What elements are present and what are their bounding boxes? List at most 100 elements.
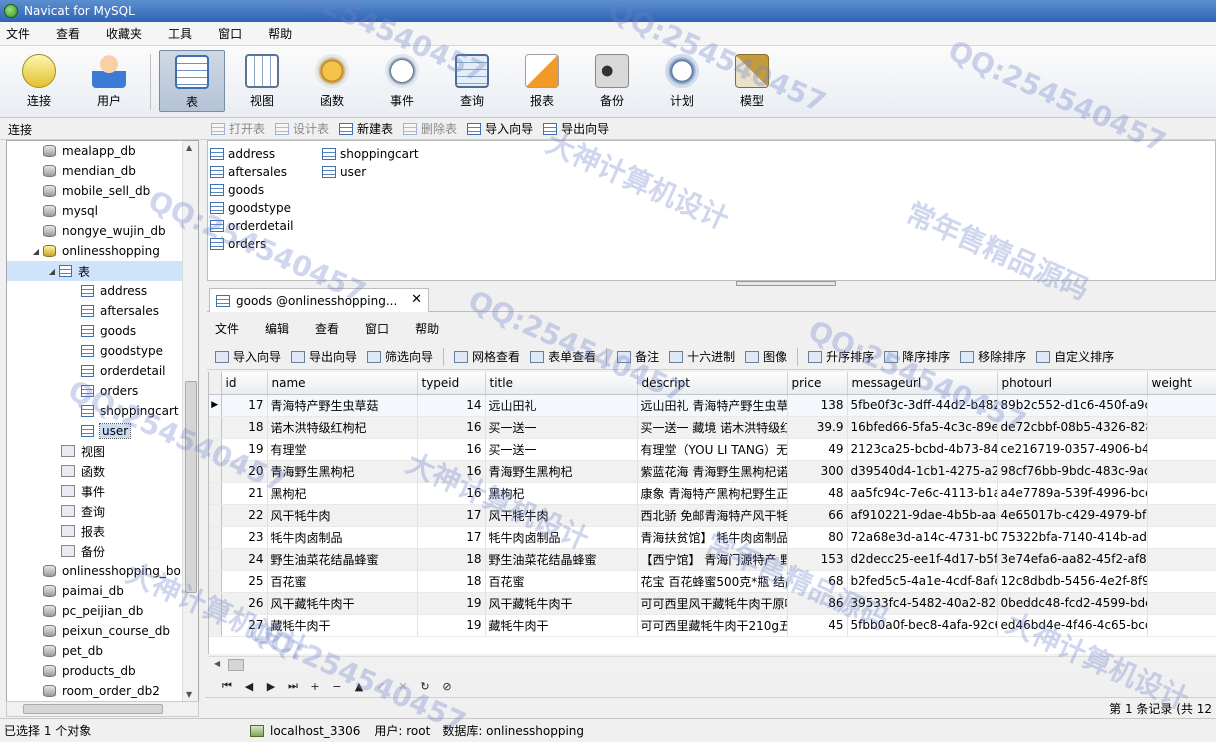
cell-photourl[interactable]: 3e74efa6-aa82-45f2-af85 (997, 548, 1148, 571)
table-row[interactable]: 19 有理堂 16 买一送一 有理堂（YOU LI TANG）无 49 2123ca25-b… (209, 438, 1216, 461)
row-indicator[interactable] (209, 614, 222, 637)
data-table[interactable]: id name typeid title descript price mess… (209, 372, 1216, 637)
tree-functions-node[interactable]: 函数 (7, 461, 198, 481)
cell-weight[interactable]: 2100 (1147, 614, 1216, 637)
toolbar-table-button[interactable]: 表 (159, 50, 225, 112)
tree-db-item[interactable]: mobile_sell_db (7, 181, 198, 201)
cell-price[interactable]: 49 (787, 438, 848, 461)
tree-db-item[interactable]: pc_peijian_db (7, 601, 198, 621)
add-record-button[interactable]: + (304, 680, 326, 693)
tab-goods[interactable]: goods @onlinesshopping... ✕ (209, 288, 429, 312)
row-indicator[interactable] (209, 504, 222, 527)
apply-changes-button[interactable]: ✓ (370, 680, 392, 693)
delete-record-button[interactable]: − (326, 680, 348, 693)
collapse-arrow-icon[interactable]: ◢ (31, 247, 41, 256)
toolbar-view-button[interactable]: 视图 (229, 50, 295, 112)
toolbar-function-button[interactable]: 函数 (299, 50, 365, 112)
design-table-button[interactable]: 设计表 (275, 120, 329, 137)
row-indicator[interactable] (209, 482, 222, 505)
collapse-arrow-icon[interactable]: ◢ (47, 267, 57, 276)
toolbar-report-button[interactable]: 报表 (509, 50, 575, 112)
tab-menu-window[interactable]: 窗口 (365, 320, 389, 337)
tree-events-node[interactable]: 事件 (7, 481, 198, 501)
tab-menu-file[interactable]: 文件 (215, 320, 239, 337)
discard-changes-button[interactable]: ✕ (392, 680, 414, 693)
cell-photourl[interactable]: 0beddc48-fcd2-4599-bdc (997, 592, 1148, 615)
scroll-down-arrow-icon[interactable]: ▼ (186, 690, 192, 699)
cell-typeid[interactable]: 19 (417, 592, 486, 615)
remove-sort-button[interactable]: 移除排序 (960, 348, 1026, 365)
cell-descript[interactable]: 康象 青海特产黑枸杞野生正 (637, 482, 788, 505)
cell-typeid[interactable]: 16 (417, 438, 486, 461)
cell-price[interactable]: 48 (787, 482, 848, 505)
cell-title[interactable]: 买一送一 (485, 438, 638, 461)
cell-descript[interactable]: 西北骄 免邮青海特产风干牦 (637, 504, 788, 527)
cell-descript[interactable]: 可可西里风干藏牦牛肉干原味 (637, 592, 788, 615)
tree-vertical-scrollbar[interactable]: ▲ ▼ (182, 141, 198, 701)
tree-table-item-selected[interactable]: user (7, 421, 198, 441)
cell-id[interactable]: 18 (221, 416, 268, 439)
scrollbar-thumb[interactable] (23, 704, 163, 714)
cell-typeid[interactable]: 16 (417, 416, 486, 439)
object-item[interactable]: orderdetail (210, 217, 294, 235)
table-row[interactable]: 25 百花蜜 18 百花蜜 花宝 百花蜂蜜500克*瓶 结晶 68 b2fed5c5-4a1… (209, 570, 1216, 593)
cell-photourl[interactable]: de72cbbf-08b5-4326-828 (997, 416, 1148, 439)
cell-typeid[interactable]: 19 (417, 614, 486, 637)
tree-table-item[interactable]: orders (7, 381, 198, 401)
cell-messageurl[interactable]: 2123ca25-bcbd-4b73-84c (847, 438, 998, 461)
table-row[interactable]: 18 诺木洪特级红枸杞 16 买一送一 买一送一 藏境 诺木洪特级红 39.9 16bfed… (209, 416, 1216, 439)
edit-record-button[interactable]: ▲ (348, 680, 370, 693)
image-button[interactable]: 图像 (745, 348, 787, 365)
cell-typeid[interactable]: 18 (417, 570, 486, 593)
scrollbar-thumb[interactable] (185, 381, 197, 593)
custom-sort-button[interactable]: 自定义排序 (1036, 348, 1114, 365)
toolbar-user-button[interactable]: 用户 (76, 50, 142, 112)
sort-descending-button[interactable]: 降序排序 (884, 348, 950, 365)
cell-id[interactable]: 20 (221, 460, 268, 483)
cell-messageurl[interactable]: 16bfed66-5fa5-4c3c-89e4 (847, 416, 998, 439)
object-item[interactable]: shoppingcart (322, 145, 419, 163)
cell-weight[interactable]: 2000 (1147, 482, 1216, 505)
tree-db-open[interactable]: ◢ onlinesshopping (7, 241, 198, 261)
cell-messageurl[interactable]: af910221-9dae-4b5b-aac (847, 504, 998, 527)
cell-messageurl[interactable]: 39533fc4-5482-40a2-823 (847, 592, 998, 615)
cell-title[interactable]: 野生油菜花结晶蜂蜜 (485, 548, 638, 571)
grid-horizontal-scrollbar[interactable]: ◀ (208, 656, 1216, 672)
cell-id[interactable]: 25 (221, 570, 268, 593)
object-item[interactable]: address (210, 145, 294, 163)
memo-button[interactable]: 备注 (617, 348, 659, 365)
delete-table-button[interactable]: 删除表 (403, 120, 457, 137)
scroll-left-arrow-icon[interactable]: ◀ (214, 659, 220, 668)
cell-name[interactable]: 诺木洪特级红枸杞 (267, 416, 418, 439)
import-wizard-button[interactable]: 导入向导 (215, 348, 281, 365)
column-header-typeid[interactable]: typeid (417, 372, 486, 395)
table-row[interactable]: 22 风干牦牛肉 17 风干牦牛肉 西北骄 免邮青海特产风干牦 66 af910221-9d… (209, 504, 1216, 527)
cell-messageurl[interactable]: d39540d4-1cb1-4275-a2a (847, 460, 998, 483)
tab-menu-help[interactable]: 帮助 (415, 320, 439, 337)
cell-weight[interactable]: 500 (1147, 394, 1216, 417)
cell-photourl[interactable]: 4e65017b-c429-4979-bf1 (997, 504, 1148, 527)
tree-db-item[interactable]: mendian_db (7, 161, 198, 181)
scroll-up-arrow-icon[interactable]: ▲ (186, 143, 192, 152)
table-row[interactable]: 24 野生油菜花结晶蜂蜜 18 野生油菜花结晶蜂蜜 【西宁馆】 青海门源特产 野 15… (209, 548, 1216, 571)
column-header-title[interactable]: title (485, 372, 638, 395)
tab-menu-view[interactable]: 查看 (315, 320, 339, 337)
cell-title[interactable]: 牦牛肉卤制品 (485, 526, 638, 549)
cell-photourl[interactable]: 75322bfa-7140-414b-ad9 (997, 526, 1148, 549)
tree-db-item[interactable]: paimai_db (7, 581, 198, 601)
current-row-indicator-icon[interactable]: ▶ (209, 394, 222, 417)
menu-tools[interactable]: 工具 (162, 25, 204, 42)
column-header-messageurl[interactable]: messageurl (847, 372, 998, 395)
cell-messageurl[interactable]: b2fed5c5-4a1e-4cdf-8afc (847, 570, 998, 593)
tree-queries-node[interactable]: 查询 (7, 501, 198, 521)
toolbar-event-button[interactable]: 事件 (369, 50, 435, 112)
cell-messageurl[interactable]: d2decc25-ee1f-4d17-b5f (847, 548, 998, 571)
cell-name[interactable]: 青海特产野生虫草菇 (267, 394, 418, 417)
tree-tables-node[interactable]: ◢ 表 (7, 261, 198, 281)
first-record-button[interactable]: ⏮ (216, 679, 238, 693)
filter-wizard-button[interactable]: 筛选向导 (367, 348, 433, 365)
tree-db-item[interactable]: nongye_wujin_db (7, 221, 198, 241)
open-table-button[interactable]: 打开表 (211, 120, 265, 137)
row-indicator[interactable] (209, 592, 222, 615)
tree-db-item[interactable]: onlinesshopping_bo (7, 561, 198, 581)
